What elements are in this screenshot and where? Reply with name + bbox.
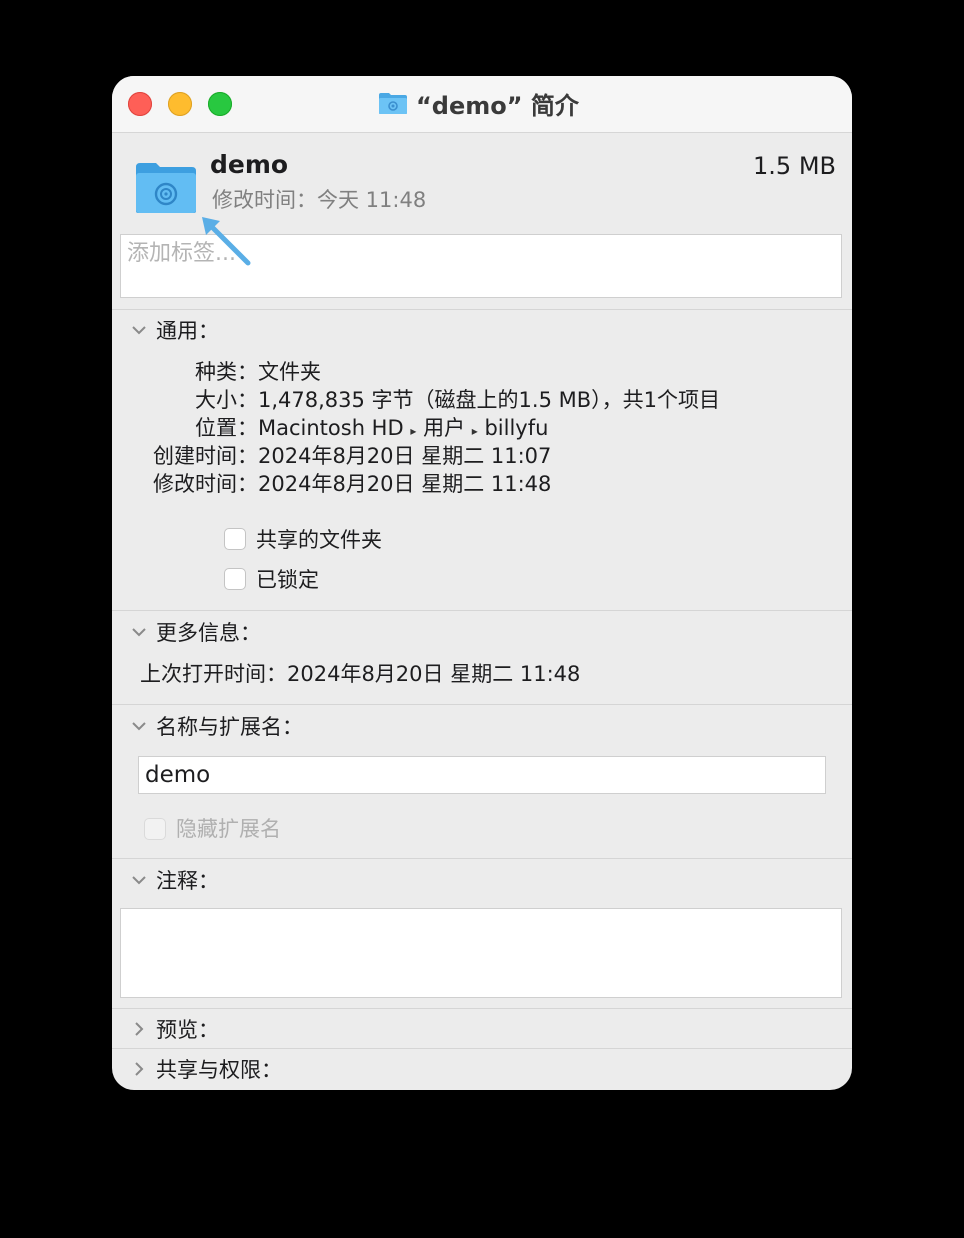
path-separator-icon: ▸ [471, 424, 478, 438]
kind-value: 文件夹 [258, 360, 321, 384]
chevron-right-icon[interactable] [132, 1062, 146, 1076]
close-button[interactable] [128, 92, 152, 116]
section-comments[interactable]: 注释： [112, 860, 852, 900]
where-part: billyfu [484, 416, 549, 440]
zoom-button[interactable] [208, 92, 232, 116]
last-opened-label: 上次打开时间： [140, 662, 287, 686]
last-opened-value: 2024年8月20日 星期二 11:48 [287, 662, 581, 686]
get-info-window: “demo” 简介 demo 1.5 MB 修改时间：今天 11:48 添加标签… [112, 76, 852, 1090]
section-preview[interactable]: 预览： [112, 1009, 852, 1049]
window-title-text: “demo” 简介 [416, 91, 579, 120]
where-part: Macintosh HD [258, 416, 404, 440]
divider [112, 704, 852, 705]
created-label: 创建时间： [153, 444, 258, 468]
minimize-button[interactable] [168, 92, 192, 116]
name-extension-field[interactable]: demo [138, 756, 826, 794]
section-sharing-title: 共享与权限： [156, 1058, 282, 1082]
locked-label: 已锁定 [256, 568, 319, 592]
created-row: 创建时间：2024年8月20日 星期二 11:07 [112, 442, 551, 470]
shared-folder-checkbox[interactable] [224, 528, 246, 550]
info-header: demo 1.5 MB 修改时间：今天 11:48 添加标签... [112, 133, 852, 309]
hide-extension-checkbox[interactable] [144, 818, 166, 840]
title-bar[interactable]: “demo” 简介 [112, 76, 852, 133]
path-separator-icon: ▸ [410, 424, 417, 438]
last-opened-row: 上次打开时间：2024年8月20日 星期二 11:48 [140, 660, 580, 688]
modified-value: 2024年8月20日 星期二 11:48 [258, 472, 552, 496]
chevron-down-icon[interactable] [132, 719, 146, 733]
file-size: 1.5 MB [753, 152, 836, 180]
size-row: 大小：1,478,835 字节（磁盘上的1.5 MB），共1个项目 [112, 386, 720, 414]
window-title: “demo” 简介 [378, 87, 579, 120]
section-name-extension[interactable]: 名称与扩展名： [112, 706, 852, 746]
size-value: 1,478,835 字节（磁盘上的1.5 MB），共1个项目 [258, 388, 721, 412]
kind-row: 种类：文件夹 [112, 358, 321, 386]
hide-extension-label: 隐藏扩展名 [176, 817, 281, 841]
section-sharing-permissions[interactable]: 共享与权限： [112, 1049, 852, 1089]
folder-icon[interactable] [134, 159, 198, 215]
where-row: 位置：Macintosh HD ▸ 用户 ▸ billyfu [112, 414, 548, 445]
divider [112, 858, 852, 859]
kind-label: 种类： [195, 360, 258, 384]
created-value: 2024年8月20日 星期二 11:07 [258, 444, 552, 468]
annotation-arrow-icon [202, 217, 251, 266]
chevron-down-icon[interactable] [132, 873, 146, 887]
size-label: 大小： [195, 388, 258, 412]
section-more-info-title: 更多信息： [156, 621, 261, 645]
chevron-down-icon[interactable] [132, 625, 146, 639]
section-more-info[interactable]: 更多信息： [112, 612, 852, 652]
modified-summary: 修改时间：今天 11:48 [212, 188, 427, 212]
modified-row: 修改时间：2024年8月20日 星期二 11:48 [112, 470, 551, 498]
folder-icon [378, 91, 408, 115]
chevron-down-icon[interactable] [132, 323, 146, 337]
shared-folder-label: 共享的文件夹 [256, 528, 382, 552]
section-general-title: 通用： [156, 319, 219, 343]
where-label: 位置： [195, 416, 258, 440]
locked-checkbox[interactable] [224, 568, 246, 590]
chevron-right-icon[interactable] [132, 1022, 146, 1036]
modified-label: 修改时间： [153, 472, 258, 496]
section-general[interactable]: 通用： [112, 310, 852, 350]
section-comments-title: 注释： [156, 869, 219, 893]
where-part: 用户 [423, 416, 466, 440]
file-name: demo [210, 150, 289, 179]
comments-field[interactable] [120, 908, 842, 998]
section-preview-title: 预览： [156, 1018, 219, 1042]
section-name-extension-title: 名称与扩展名： [156, 715, 303, 739]
divider [112, 610, 852, 611]
